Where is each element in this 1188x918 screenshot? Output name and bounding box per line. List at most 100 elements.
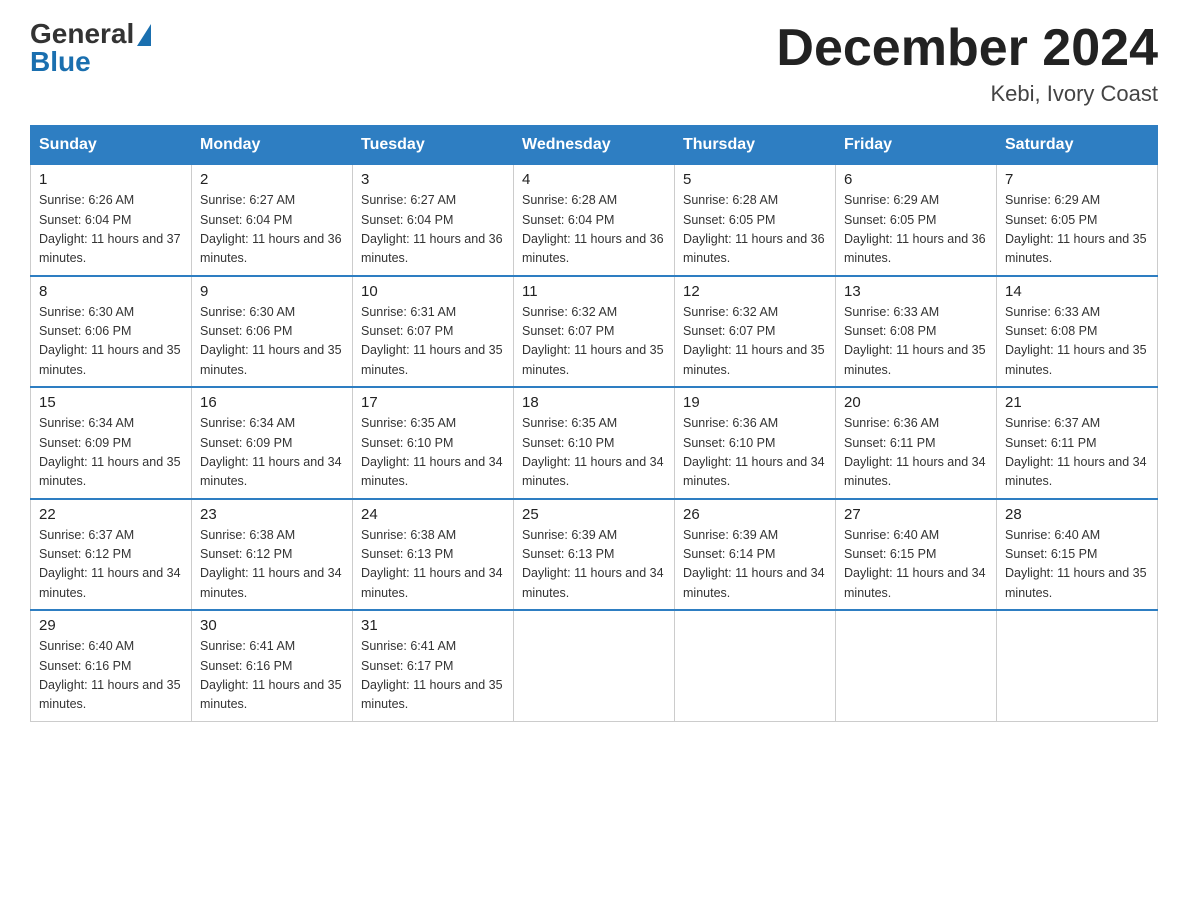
day-cell: 6 Sunrise: 6:29 AMSunset: 6:05 PMDayligh… [836, 165, 997, 276]
day-cell: 5 Sunrise: 6:28 AMSunset: 6:05 PMDayligh… [675, 165, 836, 276]
day-number: 17 [361, 394, 505, 411]
day-cell: 30 Sunrise: 6:41 AMSunset: 6:16 PMDaylig… [192, 610, 353, 721]
week-row-1: 1 Sunrise: 6:26 AMSunset: 6:04 PMDayligh… [31, 165, 1158, 276]
day-number: 1 [39, 171, 183, 188]
day-cell: 3 Sunrise: 6:27 AMSunset: 6:04 PMDayligh… [353, 165, 514, 276]
logo: General Blue [30, 20, 151, 76]
day-info: Sunrise: 6:27 AMSunset: 6:04 PMDaylight:… [361, 193, 503, 265]
day-number: 22 [39, 506, 183, 523]
day-cell: 2 Sunrise: 6:27 AMSunset: 6:04 PMDayligh… [192, 165, 353, 276]
week-row-4: 22 Sunrise: 6:37 AMSunset: 6:12 PMDaylig… [31, 499, 1158, 611]
calendar-title: December 2024 [776, 20, 1158, 77]
day-info: Sunrise: 6:32 AMSunset: 6:07 PMDaylight:… [522, 305, 664, 377]
day-number: 6 [844, 171, 988, 188]
day-info: Sunrise: 6:37 AMSunset: 6:12 PMDaylight:… [39, 528, 181, 600]
day-info: Sunrise: 6:27 AMSunset: 6:04 PMDaylight:… [200, 193, 342, 265]
col-header-monday: Monday [192, 126, 353, 165]
day-info: Sunrise: 6:31 AMSunset: 6:07 PMDaylight:… [361, 305, 503, 377]
day-info: Sunrise: 6:37 AMSunset: 6:11 PMDaylight:… [1005, 416, 1147, 488]
day-cell: 27 Sunrise: 6:40 AMSunset: 6:15 PMDaylig… [836, 499, 997, 611]
day-cell: 31 Sunrise: 6:41 AMSunset: 6:17 PMDaylig… [353, 610, 514, 721]
day-cell: 23 Sunrise: 6:38 AMSunset: 6:12 PMDaylig… [192, 499, 353, 611]
day-number: 31 [361, 617, 505, 634]
day-cell: 9 Sunrise: 6:30 AMSunset: 6:06 PMDayligh… [192, 276, 353, 388]
day-info: Sunrise: 6:39 AMSunset: 6:14 PMDaylight:… [683, 528, 825, 600]
calendar-subtitle: Kebi, Ivory Coast [776, 81, 1158, 107]
day-cell [514, 610, 675, 721]
day-number: 2 [200, 171, 344, 188]
day-info: Sunrise: 6:29 AMSunset: 6:05 PMDaylight:… [844, 193, 986, 265]
title-area: December 2024 Kebi, Ivory Coast [776, 20, 1158, 107]
day-cell: 8 Sunrise: 6:30 AMSunset: 6:06 PMDayligh… [31, 276, 192, 388]
day-info: Sunrise: 6:28 AMSunset: 6:05 PMDaylight:… [683, 193, 825, 265]
day-number: 28 [1005, 506, 1149, 523]
day-info: Sunrise: 6:38 AMSunset: 6:12 PMDaylight:… [200, 528, 342, 600]
day-number: 14 [1005, 283, 1149, 300]
day-number: 21 [1005, 394, 1149, 411]
day-info: Sunrise: 6:39 AMSunset: 6:13 PMDaylight:… [522, 528, 664, 600]
week-row-2: 8 Sunrise: 6:30 AMSunset: 6:06 PMDayligh… [31, 276, 1158, 388]
logo-blue-text: Blue [30, 46, 91, 77]
logo-general-text: General [30, 20, 134, 48]
day-cell: 11 Sunrise: 6:32 AMSunset: 6:07 PMDaylig… [514, 276, 675, 388]
day-number: 16 [200, 394, 344, 411]
day-info: Sunrise: 6:34 AMSunset: 6:09 PMDaylight:… [39, 416, 181, 488]
day-number: 23 [200, 506, 344, 523]
day-info: Sunrise: 6:40 AMSunset: 6:15 PMDaylight:… [1005, 528, 1147, 600]
calendar-table: SundayMondayTuesdayWednesdayThursdayFrid… [30, 125, 1158, 722]
day-info: Sunrise: 6:35 AMSunset: 6:10 PMDaylight:… [522, 416, 664, 488]
day-number: 9 [200, 283, 344, 300]
day-cell: 19 Sunrise: 6:36 AMSunset: 6:10 PMDaylig… [675, 387, 836, 499]
day-info: Sunrise: 6:41 AMSunset: 6:16 PMDaylight:… [200, 639, 342, 711]
day-number: 26 [683, 506, 827, 523]
day-cell: 21 Sunrise: 6:37 AMSunset: 6:11 PMDaylig… [997, 387, 1158, 499]
day-info: Sunrise: 6:34 AMSunset: 6:09 PMDaylight:… [200, 416, 342, 488]
day-info: Sunrise: 6:33 AMSunset: 6:08 PMDaylight:… [1005, 305, 1147, 377]
day-info: Sunrise: 6:36 AMSunset: 6:10 PMDaylight:… [683, 416, 825, 488]
day-cell: 28 Sunrise: 6:40 AMSunset: 6:15 PMDaylig… [997, 499, 1158, 611]
week-row-5: 29 Sunrise: 6:40 AMSunset: 6:16 PMDaylig… [31, 610, 1158, 721]
week-row-3: 15 Sunrise: 6:34 AMSunset: 6:09 PMDaylig… [31, 387, 1158, 499]
day-info: Sunrise: 6:28 AMSunset: 6:04 PMDaylight:… [522, 193, 664, 265]
col-header-friday: Friday [836, 126, 997, 165]
day-cell: 12 Sunrise: 6:32 AMSunset: 6:07 PMDaylig… [675, 276, 836, 388]
day-cell: 17 Sunrise: 6:35 AMSunset: 6:10 PMDaylig… [353, 387, 514, 499]
day-number: 25 [522, 506, 666, 523]
day-cell: 24 Sunrise: 6:38 AMSunset: 6:13 PMDaylig… [353, 499, 514, 611]
day-number: 7 [1005, 171, 1149, 188]
logo-triangle-icon [137, 24, 151, 46]
day-number: 11 [522, 283, 666, 300]
day-info: Sunrise: 6:32 AMSunset: 6:07 PMDaylight:… [683, 305, 825, 377]
day-info: Sunrise: 6:35 AMSunset: 6:10 PMDaylight:… [361, 416, 503, 488]
day-info: Sunrise: 6:30 AMSunset: 6:06 PMDaylight:… [200, 305, 342, 377]
day-cell: 18 Sunrise: 6:35 AMSunset: 6:10 PMDaylig… [514, 387, 675, 499]
day-cell: 7 Sunrise: 6:29 AMSunset: 6:05 PMDayligh… [997, 165, 1158, 276]
day-cell: 20 Sunrise: 6:36 AMSunset: 6:11 PMDaylig… [836, 387, 997, 499]
day-cell: 1 Sunrise: 6:26 AMSunset: 6:04 PMDayligh… [31, 165, 192, 276]
day-number: 15 [39, 394, 183, 411]
day-info: Sunrise: 6:36 AMSunset: 6:11 PMDaylight:… [844, 416, 986, 488]
day-cell: 25 Sunrise: 6:39 AMSunset: 6:13 PMDaylig… [514, 499, 675, 611]
day-number: 10 [361, 283, 505, 300]
day-cell: 15 Sunrise: 6:34 AMSunset: 6:09 PMDaylig… [31, 387, 192, 499]
day-info: Sunrise: 6:38 AMSunset: 6:13 PMDaylight:… [361, 528, 503, 600]
col-header-saturday: Saturday [997, 126, 1158, 165]
day-cell [997, 610, 1158, 721]
col-header-sunday: Sunday [31, 126, 192, 165]
day-cell [836, 610, 997, 721]
day-number: 13 [844, 283, 988, 300]
header: General Blue December 2024 Kebi, Ivory C… [30, 20, 1158, 107]
day-cell: 13 Sunrise: 6:33 AMSunset: 6:08 PMDaylig… [836, 276, 997, 388]
day-cell: 16 Sunrise: 6:34 AMSunset: 6:09 PMDaylig… [192, 387, 353, 499]
day-cell: 29 Sunrise: 6:40 AMSunset: 6:16 PMDaylig… [31, 610, 192, 721]
day-number: 24 [361, 506, 505, 523]
day-info: Sunrise: 6:40 AMSunset: 6:16 PMDaylight:… [39, 639, 181, 711]
day-cell: 14 Sunrise: 6:33 AMSunset: 6:08 PMDaylig… [997, 276, 1158, 388]
day-info: Sunrise: 6:40 AMSunset: 6:15 PMDaylight:… [844, 528, 986, 600]
day-number: 5 [683, 171, 827, 188]
day-number: 18 [522, 394, 666, 411]
day-number: 3 [361, 171, 505, 188]
day-number: 19 [683, 394, 827, 411]
day-number: 27 [844, 506, 988, 523]
day-info: Sunrise: 6:41 AMSunset: 6:17 PMDaylight:… [361, 639, 503, 711]
